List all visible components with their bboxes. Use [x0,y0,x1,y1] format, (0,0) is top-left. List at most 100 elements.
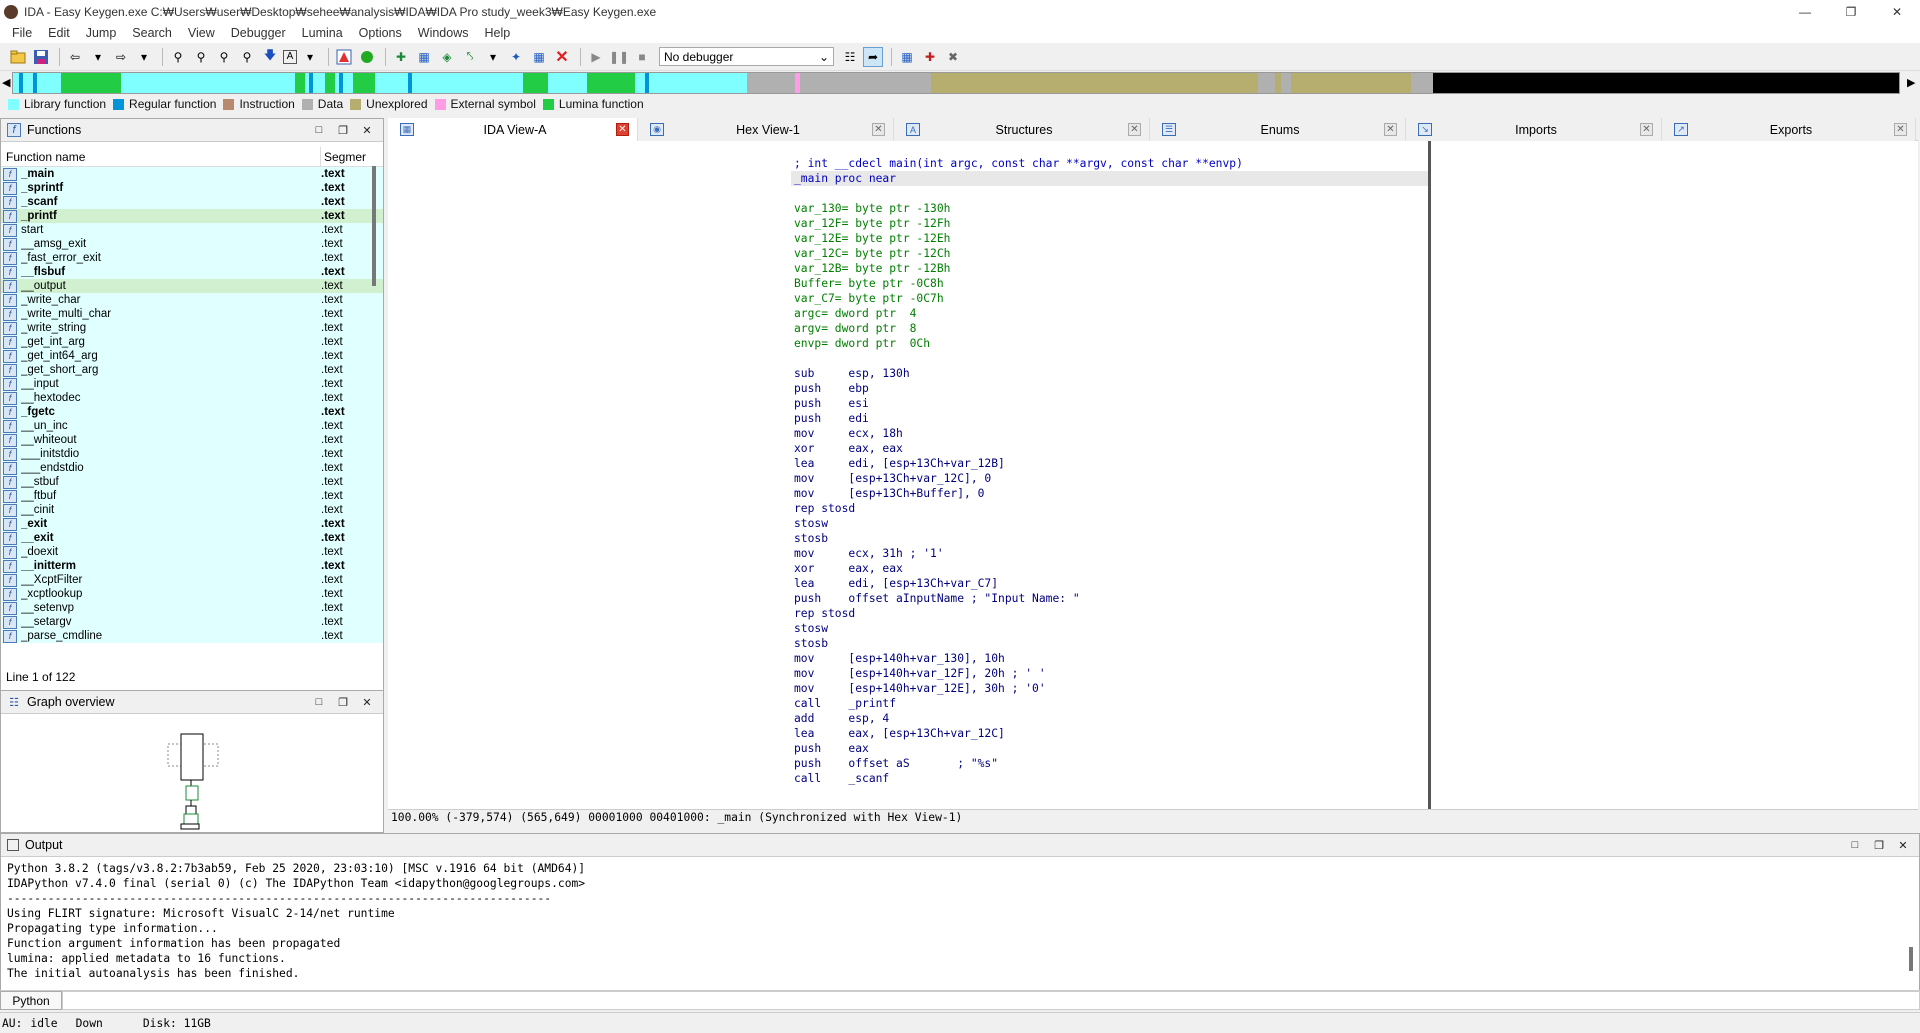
disasm-line[interactable]: envp= dword ptr 0Ch [791,336,1428,351]
disasm-line[interactable]: mov ecx, 31h ; '1' [791,546,1428,561]
disasm-line[interactable]: mov [esp+13Ch+var_12C], 0 [791,471,1428,486]
disasm-line[interactable] [791,141,1428,156]
binoculars-icon[interactable]: ⚲ [168,47,188,67]
function-row[interactable]: f __stbuf .text [1,475,383,489]
disasm-line[interactable]: mov [esp+13Ch+Buffer], 0 [791,486,1428,501]
forward-arrow-icon[interactable]: ⇨ [111,47,131,67]
tab-exports[interactable]: ↗ Exports ✕ [1662,118,1916,141]
graph-node-icon[interactable]: ◈ [437,47,457,67]
chevron-down-icon[interactable]: ▾ [88,47,108,67]
functions-scrollbar[interactable] [372,166,376,286]
function-row[interactable]: f __cinit .text [1,503,383,517]
attach-process-icon[interactable]: ➦ [863,46,883,67]
graph-nodes-icon[interactable]: ✦ [506,47,526,67]
disasm-line[interactable]: var_C7= byte ptr -0C7h [791,291,1428,306]
function-row[interactable]: f __exit .text [1,531,383,545]
add-breakpoint-icon[interactable]: ✚ [920,47,940,67]
disasm-line[interactable]: rep stosd [791,501,1428,516]
maximize-panel-icon[interactable]: □ [307,123,331,137]
menu-lumina[interactable]: Lumina [294,26,351,40]
breakpoints-icon[interactable]: ▦ [897,47,917,67]
function-row[interactable]: f _main .text [1,167,383,181]
disasm-line[interactable]: argv= dword ptr 8 [791,321,1428,336]
disasm-line[interactable]: var_12E= byte ptr -12Eh [791,231,1428,246]
function-row[interactable]: f __amsg_exit .text [1,237,383,251]
tab-imports[interactable]: ↘ Imports ✕ [1406,118,1662,141]
output-scrollbar[interactable] [1909,947,1913,971]
function-row[interactable]: f _printf .text [1,209,383,223]
python-command-input[interactable] [62,991,1920,1010]
disasm-line[interactable]: push offset aS ; "%s" [791,756,1428,771]
column-function-name[interactable]: Function name [1,147,321,166]
float-panel-icon[interactable]: ❐ [331,695,355,709]
disasm-line[interactable] [791,351,1428,366]
function-row[interactable]: f __setargv .text [1,615,383,629]
disasm-line[interactable]: call _printf [791,696,1428,711]
disasm-line[interactable]: stosb [791,531,1428,546]
disasm-line[interactable]: var_12F= byte ptr -12Fh [791,216,1428,231]
function-row[interactable]: f _xcptlookup .text [1,587,383,601]
function-row[interactable]: f _write_char .text [1,293,383,307]
function-row[interactable]: f _get_int64_arg .text [1,349,383,363]
function-row[interactable]: f __ftbuf .text [1,489,383,503]
debug-options-icon[interactable]: ☷ [840,47,860,67]
disasm-line[interactable]: var_130= byte ptr -130h [791,201,1428,216]
function-row[interactable]: f ___initstdio .text [1,447,383,461]
maximize-panel-icon[interactable]: □ [1843,838,1867,852]
function-row[interactable]: f _write_string .text [1,321,383,335]
float-panel-icon[interactable]: ❐ [1867,838,1891,852]
disasm-line[interactable]: var_12B= byte ptr -12Bh [791,261,1428,276]
disasm-line[interactable]: mov [esp+140h+var_130], 10h [791,651,1428,666]
disasm-line[interactable]: mov [esp+140h+var_12F], 20h ; ' ' [791,666,1428,681]
stop-analysis-icon[interactable] [334,47,354,67]
disasm-line[interactable]: ; int __cdecl main(int argc, const char … [791,156,1428,171]
disasm-line[interactable]: push offset aInputName ; "Input Name: " [791,591,1428,606]
function-row[interactable]: f __input .text [1,377,383,391]
python-language-button[interactable]: Python [0,991,62,1010]
disasm-line[interactable]: push eax [791,741,1428,756]
function-row[interactable]: f __whiteout .text [1,433,383,447]
graph-overview-canvas[interactable] [1,714,381,832]
menu-debugger[interactable]: Debugger [223,26,294,40]
graph-add-icon[interactable]: ✚ [391,47,411,67]
close-panel-icon[interactable]: ✕ [355,123,379,137]
nav-right-arrow-icon[interactable]: ▶ [1907,76,1915,89]
function-row[interactable]: f __setenvp .text [1,601,383,615]
remove-breakpoint-icon[interactable]: ✖ [943,47,963,67]
close-tab-icon[interactable]: ✕ [1128,123,1141,136]
tab-structures[interactable]: A Structures ✕ [894,118,1150,141]
function-row[interactable]: f ___endstdio .text [1,461,383,475]
function-row[interactable]: f _sprintf .text [1,181,383,195]
chevron-down-icon[interactable]: ▾ [134,47,154,67]
close-tab-icon[interactable]: ✕ [1384,123,1397,136]
disasm-line[interactable]: lea edi, [esp+13Ch+var_12B] [791,456,1428,471]
binoculars-bytes-icon[interactable]: ⚲ [214,47,234,67]
maximize-panel-icon[interactable]: □ [307,695,331,709]
back-arrow-icon[interactable]: ⇦ [65,47,85,67]
function-row[interactable]: f _get_short_arg .text [1,363,383,377]
function-row[interactable]: f _doexit .text [1,545,383,559]
binoculars-text-icon[interactable]: ⚲ [191,47,211,67]
ida-view-a[interactable]: ; int __cdecl main(int argc, const char … [388,141,1918,825]
function-row[interactable]: f _write_multi_char .text [1,307,383,321]
menu-options[interactable]: Options [351,26,410,40]
nav-left-arrow-icon[interactable]: ◀ [2,76,10,89]
menu-edit[interactable]: Edit [40,26,78,40]
function-row[interactable]: f _scanf .text [1,195,383,209]
close-tab-icon[interactable]: ✕ [872,123,885,136]
delete-x-icon[interactable]: ✕ [552,47,572,67]
close-tab-icon[interactable]: ✕ [616,123,629,136]
open-folder-icon[interactable] [8,47,28,67]
close-panel-icon[interactable]: ✕ [1891,838,1915,852]
float-panel-icon[interactable]: ❐ [331,123,355,137]
graph-flow-icon[interactable]: ⤣ [460,47,480,67]
menu-windows[interactable]: Windows [410,26,477,40]
disasm-line[interactable]: rep stosd [791,606,1428,621]
disasm-line[interactable]: call _scanf [791,771,1428,786]
disasm-line[interactable]: var_12C= byte ptr -12Ch [791,246,1428,261]
disasm-line[interactable]: mov [esp+140h+var_12E], 30h ; '0' [791,681,1428,696]
pause-icon[interactable]: ❚❚ [609,47,629,67]
disasm-line[interactable]: Buffer= byte ptr -0C8h [791,276,1428,291]
disasm-line[interactable]: sub esp, 130h [791,366,1428,381]
disasm-line[interactable]: lea eax, [esp+13Ch+var_12C] [791,726,1428,741]
